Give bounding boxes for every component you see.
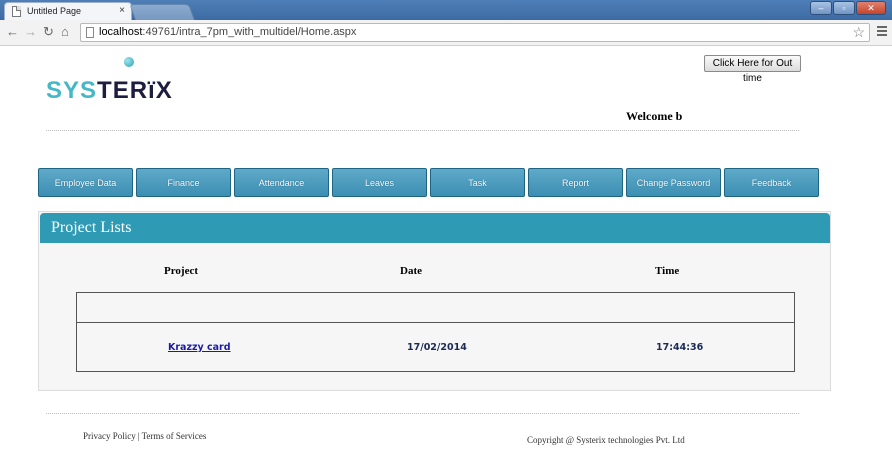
main-nav: Employee Data Finance Attendance Leaves … <box>38 168 819 197</box>
nav-attendance[interactable]: Attendance <box>234 168 329 197</box>
page-icon <box>12 6 21 17</box>
nav-task[interactable]: Task <box>430 168 525 197</box>
reload-icon[interactable]: ↻ <box>43 25 54 39</box>
tab-close-icon[interactable]: × <box>119 5 125 16</box>
close-window-button[interactable]: ✕ <box>856 1 886 15</box>
table-row-empty <box>77 293 794 323</box>
nav-feedback[interactable]: Feedback <box>724 168 819 197</box>
header-divider <box>46 130 799 131</box>
url-host: localhost <box>99 26 143 38</box>
nav-finance[interactable]: Finance <box>136 168 231 197</box>
nav-report[interactable]: Report <box>528 168 623 197</box>
nav-label: Finance <box>167 177 200 188</box>
bookmark-star-icon[interactable]: ☆ <box>852 24 865 41</box>
terms-of-services-link[interactable]: Terms of Services <box>142 431 207 441</box>
url-path: :49761/intra_7pm_with_multidel/Home.aspx <box>142 26 357 38</box>
project-table: Krazzy card 17/02/2014 17:44:36 <box>76 292 795 372</box>
maximize-button[interactable]: ▫ <box>833 1 855 15</box>
panel-title: Project Lists <box>51 219 132 236</box>
nav-label: Report <box>561 177 589 188</box>
home-icon[interactable]: ⌂ <box>61 25 69 39</box>
address-bar[interactable]: localhost:49761/intra_7pm_with_multidel/… <box>80 23 870 42</box>
table-row: Krazzy card 17/02/2014 17:44:36 <box>77 323 794 371</box>
nav-label: Employee Data <box>54 177 117 188</box>
systerix-logo: SYSTERïX <box>46 77 173 105</box>
logo-orb-icon <box>124 57 134 67</box>
project-time: 17:44:36 <box>656 342 704 353</box>
logo-text-sys: SYS <box>46 77 98 104</box>
browser-menu-icon[interactable] <box>877 26 887 36</box>
browser-tab-inactive[interactable] <box>129 4 195 20</box>
back-arrow-icon[interactable]: ← <box>6 25 19 39</box>
footer-links: Privacy Policy | Terms of Services <box>83 431 206 441</box>
panel-header: Project Lists <box>40 213 830 243</box>
column-header-time: Time <box>655 265 680 277</box>
page-info-icon <box>86 27 94 38</box>
nav-label: Feedback <box>751 177 792 188</box>
browser-tab-active[interactable]: Untitled Page × <box>4 2 132 20</box>
out-time-button[interactable]: Click Here for Out time <box>704 55 801 84</box>
forward-arrow-icon[interactable]: → <box>24 25 37 39</box>
welcome-message: Welcome b <box>626 109 683 123</box>
browser-toolbar: ← → ↻ ⌂ localhost:49761/intra_7pm_with_m… <box>0 20 892 46</box>
web-page: SYSTERïX Click Here for Out time Welcome… <box>0 47 892 465</box>
nav-leaves[interactable]: Leaves <box>332 168 427 197</box>
logo-text-ter: TER <box>97 77 149 104</box>
column-header-date: Date <box>400 265 422 277</box>
footer-divider <box>46 413 799 414</box>
copyright-text: Copyright @ Systerix technologies Pvt. L… <box>527 435 685 445</box>
logo-text-ix: ïX <box>148 77 173 104</box>
project-link[interactable]: Krazzy card <box>168 342 231 353</box>
tab-title: Untitled Page <box>27 6 82 16</box>
nav-employee-data[interactable]: Employee Data <box>38 168 133 197</box>
nav-label: Task <box>468 177 487 188</box>
window-controls: – ▫ ✕ <box>810 1 886 15</box>
project-date: 17/02/2014 <box>407 342 467 353</box>
privacy-policy-link[interactable]: Privacy Policy <box>83 431 136 441</box>
nav-label: Attendance <box>258 177 305 188</box>
project-list-panel: Project Lists Project Date Time Krazzy c… <box>38 211 831 391</box>
nav-label: Leaves <box>364 177 395 188</box>
minimize-button[interactable]: – <box>810 1 832 15</box>
browser-titlebar: Untitled Page × – ▫ ✕ <box>0 0 892 20</box>
nav-change-password[interactable]: Change Password <box>626 168 721 197</box>
column-header-project: Project <box>164 265 198 277</box>
footer-separator: | <box>137 431 140 441</box>
nav-label: Change Password <box>636 177 711 188</box>
